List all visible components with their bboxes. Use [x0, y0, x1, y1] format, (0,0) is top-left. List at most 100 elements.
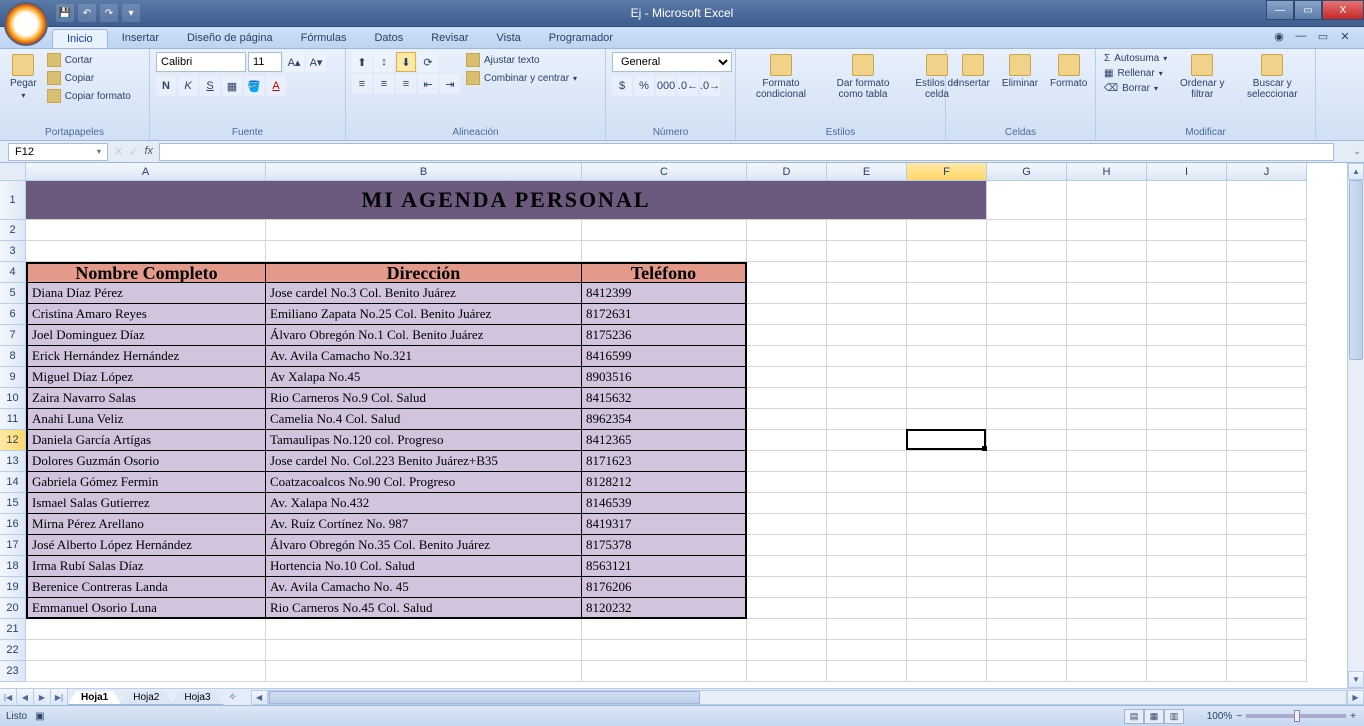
cell[interactable]	[907, 640, 987, 661]
cell[interactable]	[1227, 535, 1307, 556]
cell[interactable]	[827, 640, 907, 661]
row-header-10[interactable]: 10	[0, 388, 26, 409]
sort-filter-button[interactable]: Ordenar y filtrar	[1173, 52, 1231, 102]
cell[interactable]	[1067, 451, 1147, 472]
cell[interactable]	[907, 493, 987, 514]
bold-button[interactable]: N	[156, 76, 176, 96]
find-select-button[interactable]: Buscar y seleccionar	[1235, 52, 1309, 102]
row-header-20[interactable]: 20	[0, 598, 26, 619]
cell[interactable]	[1227, 493, 1307, 514]
increase-decimal-icon[interactable]: .0←	[678, 76, 698, 96]
cell[interactable]	[827, 220, 907, 241]
cell[interactable]	[747, 220, 827, 241]
cell[interactable]	[907, 346, 987, 367]
fill-color-button[interactable]: 🪣	[244, 76, 264, 96]
cell[interactable]	[827, 619, 907, 640]
data-cell[interactable]: Coatzacoalcos No.90 Col. Progreso	[266, 472, 582, 493]
cell[interactable]	[747, 619, 827, 640]
cell[interactable]	[1067, 472, 1147, 493]
cell[interactable]	[747, 346, 827, 367]
font-size-select[interactable]	[248, 52, 282, 72]
cell[interactable]	[987, 661, 1067, 682]
cell[interactable]	[26, 661, 266, 682]
cell[interactable]	[1147, 181, 1227, 220]
increase-indent-icon[interactable]: ⇥	[440, 74, 460, 94]
cell[interactable]	[747, 409, 827, 430]
data-cell[interactable]: 8175236	[582, 325, 747, 346]
ribbon-tab-datos[interactable]: Datos	[360, 29, 417, 48]
cell[interactable]	[907, 220, 987, 241]
cell[interactable]	[827, 577, 907, 598]
autosum-button[interactable]: ΣAutosuma▾	[1102, 52, 1169, 65]
cell[interactable]	[827, 325, 907, 346]
data-cell[interactable]: Álvaro Obregón No.35 Col. Benito Juárez	[266, 535, 582, 556]
row-header-4[interactable]: 4	[0, 262, 26, 283]
enter-formula-icon[interactable]: ✓	[129, 145, 138, 158]
number-format-select[interactable]: General	[612, 52, 732, 72]
cell[interactable]	[1147, 409, 1227, 430]
col-header-J[interactable]: J	[1227, 163, 1307, 181]
data-cell[interactable]: 8412365	[582, 430, 747, 451]
row-header-11[interactable]: 11	[0, 409, 26, 430]
cell[interactable]	[827, 367, 907, 388]
header-cell[interactable]: Dirección	[266, 262, 582, 283]
sheet-tab-hoja3[interactable]: Hoja3	[171, 691, 223, 705]
font-select[interactable]	[156, 52, 246, 72]
data-cell[interactable]: Irma Rubí Salas Díaz	[26, 556, 266, 577]
col-header-I[interactable]: I	[1147, 163, 1227, 181]
cell[interactable]	[827, 514, 907, 535]
cell[interactable]	[747, 640, 827, 661]
col-header-F[interactable]: F	[907, 163, 987, 181]
data-cell[interactable]: 8176206	[582, 577, 747, 598]
restore-window-icon[interactable]: ▭	[1316, 29, 1330, 43]
hscroll-thumb[interactable]	[269, 691, 700, 704]
data-cell[interactable]: 8419317	[582, 514, 747, 535]
row-header-9[interactable]: 9	[0, 367, 26, 388]
data-cell[interactable]: Anahi Luna Veliz	[26, 409, 266, 430]
data-cell[interactable]: Camelia No.4 Col. Salud	[266, 409, 582, 430]
header-cell[interactable]: Nombre Completo	[26, 262, 266, 283]
zoom-knob[interactable]	[1294, 710, 1300, 722]
scroll-up-icon[interactable]: ▲	[1348, 163, 1364, 180]
increase-font-icon[interactable]: A▴	[284, 52, 304, 72]
cell[interactable]	[987, 598, 1067, 619]
cell[interactable]	[987, 304, 1067, 325]
align-bottom-icon[interactable]: ⬇	[396, 52, 416, 72]
cell[interactable]	[987, 181, 1067, 220]
cell[interactable]	[1067, 325, 1147, 346]
cell[interactable]	[26, 241, 266, 262]
cell[interactable]	[907, 472, 987, 493]
data-cell[interactable]: Dolores Guzmán Osorio	[26, 451, 266, 472]
data-cell[interactable]: Av. Xalapa No.432	[266, 493, 582, 514]
cell[interactable]	[1067, 619, 1147, 640]
row-header-18[interactable]: 18	[0, 556, 26, 577]
scroll-right-icon[interactable]: ▶	[1347, 690, 1364, 705]
cell[interactable]	[907, 367, 987, 388]
cell[interactable]	[987, 409, 1067, 430]
row-header-15[interactable]: 15	[0, 493, 26, 514]
row-header-5[interactable]: 5	[0, 283, 26, 304]
cell[interactable]	[582, 241, 747, 262]
row-header-21[interactable]: 21	[0, 619, 26, 640]
data-cell[interactable]: 8120232	[582, 598, 747, 619]
data-cell[interactable]: 8416599	[582, 346, 747, 367]
cell[interactable]	[1147, 661, 1227, 682]
align-top-icon[interactable]: ⬆	[352, 52, 372, 72]
format-painter-button[interactable]: Copiar formato	[45, 88, 133, 104]
row-header-23[interactable]: 23	[0, 661, 26, 682]
data-cell[interactable]: 8172631	[582, 304, 747, 325]
cell[interactable]	[987, 346, 1067, 367]
cell[interactable]	[266, 640, 582, 661]
cell[interactable]	[907, 598, 987, 619]
cell[interactable]	[747, 577, 827, 598]
cell[interactable]	[1147, 430, 1227, 451]
copy-button[interactable]: Copiar	[45, 70, 133, 86]
data-cell[interactable]: 8171623	[582, 451, 747, 472]
cell[interactable]	[827, 283, 907, 304]
cell[interactable]	[1067, 661, 1147, 682]
cell[interactable]	[1227, 325, 1307, 346]
data-cell[interactable]: 8962354	[582, 409, 747, 430]
cell[interactable]	[907, 241, 987, 262]
cell[interactable]	[1147, 220, 1227, 241]
formula-input[interactable]	[159, 143, 1334, 161]
